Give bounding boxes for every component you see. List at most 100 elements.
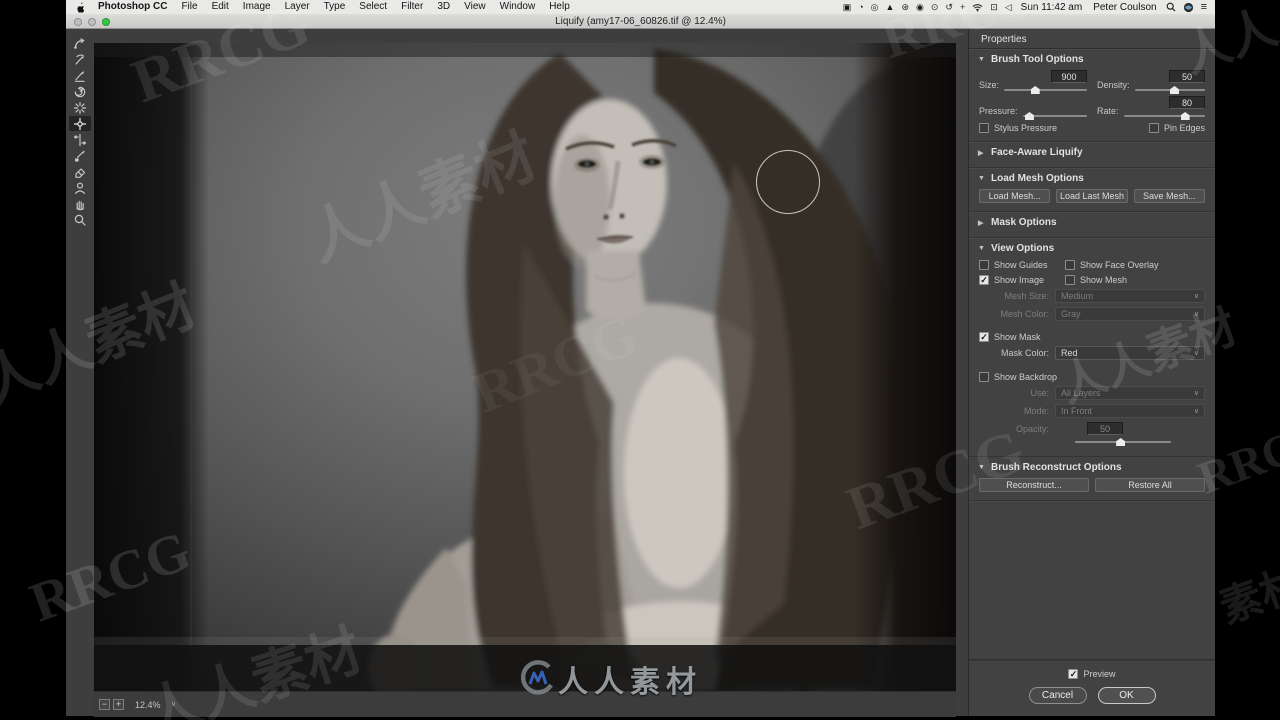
rings-badge-icon[interactable]: ◎ — [871, 0, 879, 14]
forward-warp-tool[interactable] — [69, 36, 91, 51]
close-window-icon[interactable] — [74, 18, 82, 26]
mode-dropdown[interactable]: In Front ∨ — [1055, 404, 1205, 418]
section-header-brush-reconstruct-options[interactable]: ▼ Brush Reconstruct Options — [969, 457, 1215, 476]
section-header-face-aware-liquify[interactable]: ▶ Face-Aware Liquify — [969, 142, 1215, 161]
restore-all-button[interactable]: Restore All — [1095, 478, 1205, 492]
photo-preview — [94, 43, 956, 691]
menu-items: Photoshop CC File Edit Image Layer Type Select… — [91, 0, 577, 14]
density-slider[interactable] — [1134, 85, 1205, 94]
thaw-mask-tool[interactable] — [69, 164, 91, 179]
pin-edges-checkbox[interactable]: ✓ — [1148, 123, 1159, 133]
load-last-mesh-button[interactable]: Load Last Mesh — [1056, 189, 1128, 203]
smooth-tool[interactable] — [69, 68, 91, 83]
opacity-input[interactable]: 50 — [1087, 422, 1123, 435]
load-mesh-button[interactable]: Load Mesh... — [979, 189, 1051, 203]
rate-input[interactable]: 80 — [1169, 96, 1205, 109]
pause-badge-icon[interactable]: ◉ — [916, 0, 924, 14]
twirl-clockwise-tool[interactable] — [69, 84, 91, 99]
reconstruct-tool[interactable] — [69, 52, 91, 67]
mesh-color-dropdown[interactable]: Gray ∨ — [1055, 307, 1205, 321]
circle-badge-icon[interactable]: ◔ — [858, 0, 863, 14]
show-guides-checkbox[interactable]: ✓ — [979, 260, 989, 270]
menu-item-filter[interactable]: Filter — [394, 1, 430, 12]
menu-item-photoshop-cc[interactable]: Photoshop CC — [91, 1, 174, 12]
cancel-button[interactable]: Cancel — [1028, 687, 1087, 704]
use-dropdown[interactable]: All Layers ∨ — [1055, 386, 1205, 400]
menu-item-3d[interactable]: 3D — [430, 1, 457, 12]
pucker-tool[interactable] — [69, 100, 91, 115]
section-header-view-options[interactable]: ▼ View Options — [969, 238, 1215, 257]
show-backdrop-checkbox[interactable]: ✓ — [979, 372, 989, 382]
ok-button[interactable]: OK — [1097, 687, 1156, 704]
time-machine-icon[interactable]: ↺ — [945, 0, 953, 14]
opacity-slider[interactable] — [1075, 437, 1171, 446]
menu-item-image[interactable]: Image — [236, 1, 278, 12]
show-mask-checkbox[interactable]: ✓ — [979, 332, 989, 342]
pressure-slider[interactable] — [1022, 111, 1087, 120]
face-tool[interactable] — [69, 180, 91, 195]
zoom-dropdown-chevron-icon[interactable]: ∨ — [167, 699, 181, 710]
show-face-overlay-checkbox[interactable]: ✓ — [1065, 260, 1075, 270]
volume-icon[interactable]: ◁ — [1005, 0, 1012, 14]
freeze-mask-tool[interactable] — [69, 148, 91, 163]
zoom-level[interactable]: 12.4% — [135, 700, 161, 710]
menu-item-help[interactable]: Help — [542, 1, 577, 12]
menu-clock[interactable]: Sun 11:42 am — [1021, 2, 1083, 13]
section-header-brush-tool-options[interactable]: ▼ Brush Tool Options — [969, 49, 1215, 68]
minimize-window-icon[interactable] — [88, 18, 96, 26]
mask-color-row: Mask Color: Red ∨ — [969, 344, 1215, 362]
bloat-tool[interactable] — [69, 116, 91, 131]
show-mesh-checkbox[interactable]: ✓ — [1065, 275, 1075, 285]
menu-item-edit[interactable]: Edit — [205, 1, 236, 12]
notification-center-icon[interactable]: ≡ — [1201, 0, 1207, 14]
section-brush-reconstruct-options: ▼ Brush Reconstruct Options Reconstruct.… — [969, 456, 1215, 501]
size-input[interactable]: 900 — [1051, 70, 1087, 83]
spotlight-search-icon[interactable] — [1166, 2, 1176, 12]
save-mesh-button[interactable]: Save Mesh... — [1133, 189, 1205, 203]
section-header-load-mesh-options[interactable]: ▼ Load Mesh Options — [969, 168, 1215, 187]
section-header-mask-options[interactable]: ▶ Mask Options — [969, 212, 1215, 231]
section-view-options: ▼ View Options ✓ Show Guides ✓ Show Face… — [969, 238, 1215, 456]
menu-item-select[interactable]: Select — [352, 1, 394, 12]
mask-color-dropdown[interactable]: Red ∨ — [1055, 346, 1205, 360]
apple-menu-icon[interactable] — [76, 1, 85, 13]
alert-badge-icon[interactable]: ⊙ — [931, 0, 939, 14]
menu-item-window[interactable]: Window — [493, 1, 543, 12]
siri-icon[interactable] — [1183, 2, 1194, 13]
size-slider[interactable] — [1004, 85, 1087, 94]
disclosure-triangle-icon[interactable]: ▼ — [978, 175, 986, 182]
push-left-tool[interactable] — [69, 132, 91, 147]
menu-item-type[interactable]: Type — [317, 1, 353, 12]
mesh-size-dropdown[interactable]: Medium ∨ — [1055, 289, 1205, 303]
zoom-tool[interactable] — [69, 212, 91, 227]
drive-triangle-icon[interactable]: ▲ — [886, 0, 895, 14]
hand-tool[interactable] — [69, 196, 91, 211]
reconstruct-button[interactable]: Reconstruct... — [979, 478, 1089, 492]
preview-checkbox[interactable]: ✓ — [1068, 669, 1079, 679]
display-mirroring-icon[interactable]: ⊡ — [990, 0, 998, 14]
image-canvas[interactable] — [94, 43, 956, 691]
menu-item-layer[interactable]: Layer — [278, 1, 317, 12]
disclosure-triangle-icon[interactable]: ▼ — [978, 56, 986, 63]
disclosure-triangle-icon[interactable]: ▼ — [978, 464, 986, 471]
show-image-checkbox[interactable]: ✓ — [979, 275, 989, 285]
disclosure-triangle-icon[interactable]: ▼ — [978, 245, 986, 252]
stylus-pressure-checkbox[interactable]: ✓ — [979, 123, 989, 133]
window-title-bar[interactable]: Liquify (amy17-06_60826.tif @ 12.4%) — [66, 14, 1215, 29]
disclosure-triangle-icon[interactable]: ▶ — [978, 149, 986, 157]
menu-item-view[interactable]: View — [457, 1, 493, 12]
menu-user[interactable]: Peter Coulson — [1093, 2, 1156, 13]
menu-item-file[interactable]: File — [174, 1, 204, 12]
zoom-window-icon[interactable] — [102, 18, 110, 26]
zoom-in-button[interactable]: + — [113, 699, 124, 710]
disclosure-triangle-icon[interactable]: ▶ — [978, 219, 986, 227]
accessibility-icon[interactable]: ⊛ — [901, 0, 909, 14]
keyboard-access-icon[interactable]: + — [960, 0, 965, 14]
opacity-row: Opacity: 50 — [969, 420, 1215, 435]
mesh-size-row: Mesh Size: Medium ∨ — [969, 287, 1215, 305]
zoom-out-button[interactable]: − — [99, 699, 110, 710]
rate-slider[interactable] — [1123, 111, 1205, 120]
screen-video-icon[interactable]: ▣ — [843, 0, 852, 14]
density-input[interactable]: 50 — [1169, 70, 1205, 83]
wifi-icon[interactable] — [972, 3, 983, 12]
